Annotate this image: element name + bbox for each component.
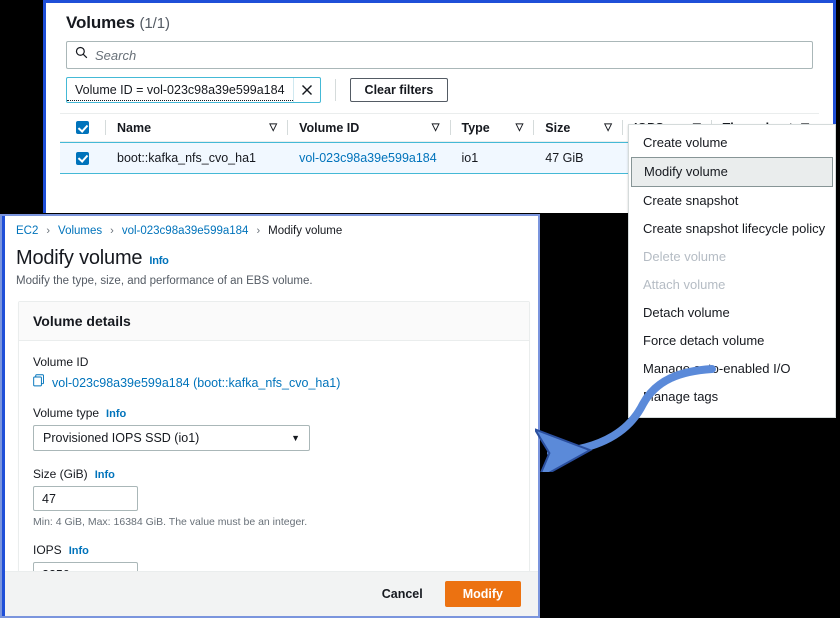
column-header-name[interactable]: Name ▽ <box>105 114 287 141</box>
label-text: Size (GiB) <box>33 467 88 481</box>
divider <box>621 120 623 135</box>
sort-caret-icon[interactable]: ▽ <box>432 122 440 133</box>
size-hint: Min: 4 GiB, Max: 16384 GiB. The value mu… <box>33 516 308 528</box>
breadcrumb-item-current: Modify volume <box>268 225 343 237</box>
cell-value: 47 GiB <box>545 151 584 165</box>
chevron-right-icon: › <box>256 225 261 237</box>
volumes-title-text: Volumes <box>66 13 135 32</box>
volume-id-value-row: vol-023c98a39e599a184 (boot::kafka_nfs_c… <box>33 374 515 392</box>
menu-item-detach-volume[interactable]: Detach volume <box>629 299 835 327</box>
cell-value[interactable]: vol-023c98a39e599a184 <box>299 151 437 165</box>
page-subtitle: Modify the type, size, and performance o… <box>16 275 313 287</box>
cancel-button[interactable]: Cancel <box>378 582 427 606</box>
chevron-right-icon: › <box>110 225 114 237</box>
menu-item-create-snapshot-lifecycle-policy[interactable]: Create snapshot lifecycle policy <box>629 215 835 243</box>
search-input[interactable]: Search <box>66 41 813 69</box>
breadcrumb: EC2 › Volumes › vol-023c98a39e599a184 › … <box>10 216 538 243</box>
info-link[interactable]: Info <box>106 408 126 420</box>
volume-type-label: Volume type Info <box>33 406 515 420</box>
column-header-label: Type <box>461 120 490 135</box>
clear-filters-button[interactable]: Clear filters <box>349 78 449 102</box>
info-link[interactable]: Info <box>69 545 89 557</box>
modify-volume-heading: Modify volume Info <box>10 243 538 270</box>
modify-volume-panel: EC2 › Volumes › vol-023c98a39e599a184 › … <box>0 214 540 618</box>
column-header-size[interactable]: Size ▽ <box>533 114 622 141</box>
filter-row: Volume ID = vol-023c98a39e599a184 Clear … <box>60 69 819 103</box>
menu-item-create-snapshot[interactable]: Create snapshot <box>629 187 835 215</box>
volume-type-selected-value: Provisioned IOPS SSD (io1) <box>43 431 200 445</box>
sort-caret-icon[interactable]: ▽ <box>269 122 277 133</box>
size-label: Size (GiB) Info <box>33 467 515 481</box>
modify-button[interactable]: Modify <box>444 581 521 607</box>
column-header-volume-id[interactable]: Volume ID ▽ <box>287 114 449 141</box>
label-text: IOPS <box>33 543 62 557</box>
chevron-down-icon: ▼ <box>291 433 300 443</box>
sort-caret-icon[interactable]: ▽ <box>516 122 524 133</box>
actions-dropdown-menu: Create volume Modify volume Create snaps… <box>628 124 836 418</box>
copy-icon[interactable] <box>33 374 45 392</box>
menu-item-manage-tags[interactable]: Manage tags <box>629 383 835 411</box>
cell-type: io1 <box>450 143 534 173</box>
volume-id-label: Volume ID <box>33 355 515 369</box>
label-text: Volume ID <box>33 355 89 369</box>
chevron-right-icon: › <box>46 225 51 237</box>
search-row: Search <box>60 41 819 69</box>
breadcrumb-item-ec2[interactable]: EC2 <box>16 225 38 237</box>
panel-highlight-edge <box>2 216 5 616</box>
menu-item-create-volume[interactable]: Create volume <box>629 129 835 157</box>
search-placeholder: Search <box>95 47 137 63</box>
volumes-count: (1/1) <box>139 15 170 32</box>
cell-size: 47 GiB <box>533 143 622 173</box>
page-title: Volumes (1/1) <box>60 3 819 41</box>
close-icon[interactable] <box>292 78 320 102</box>
menu-item-manage-auto-enabled-io[interactable]: Manage auto-enabled I/O <box>629 355 835 383</box>
card-title: Volume details <box>19 302 529 341</box>
cell-volume-id[interactable]: vol-023c98a39e599a184 <box>287 143 449 173</box>
divider <box>533 120 535 135</box>
volume-type-select[interactable]: Provisioned IOPS SSD (io1) ▼ <box>33 425 310 451</box>
info-link[interactable]: Info <box>95 469 115 481</box>
info-link[interactable]: Info <box>149 255 169 267</box>
size-input[interactable]: 47 <box>33 486 138 511</box>
cell-value: io1 <box>461 151 479 165</box>
filter-token-label: Volume ID = vol-023c98a39e599a184 <box>67 80 293 101</box>
search-icon <box>75 46 88 64</box>
column-header-label: Name <box>117 120 152 135</box>
label-text: Volume type <box>33 406 100 420</box>
column-header-label: Volume ID <box>299 120 360 135</box>
volume-id-link[interactable]: vol-023c98a39e599a184 (boot::kafka_nfs_c… <box>52 376 340 390</box>
size-input-value: 47 <box>42 491 56 506</box>
menu-item-attach-volume: Attach volume <box>643 277 726 292</box>
divider <box>334 79 336 101</box>
menu-item-modify-volume[interactable]: Modify volume <box>631 157 833 187</box>
cell-value: boot::kafka_nfs_cvo_ha1 <box>117 151 256 165</box>
divider <box>105 120 106 135</box>
heading-text: Modify volume <box>16 247 143 269</box>
iops-label: IOPS Info <box>33 543 515 557</box>
row-checkbox[interactable] <box>60 151 105 165</box>
sort-caret-icon[interactable]: ▽ <box>604 122 612 133</box>
menu-item-force-detach-volume[interactable]: Force detach volume <box>629 327 835 355</box>
cell-name: boot::kafka_nfs_cvo_ha1 <box>105 143 287 173</box>
menu-item-delete-volume: Delete volume <box>643 249 727 264</box>
divider <box>287 120 289 135</box>
column-header-type[interactable]: Type ▽ <box>449 114 534 141</box>
breadcrumb-item-volume-id[interactable]: vol-023c98a39e599a184 <box>122 225 249 237</box>
divider <box>449 120 451 135</box>
form-footer: Cancel Modify <box>5 571 538 616</box>
select-all-checkbox[interactable] <box>60 121 105 134</box>
column-header-label: Size <box>545 120 571 135</box>
breadcrumb-item-volumes[interactable]: Volumes <box>58 225 102 237</box>
filter-token[interactable]: Volume ID = vol-023c98a39e599a184 <box>66 77 321 103</box>
